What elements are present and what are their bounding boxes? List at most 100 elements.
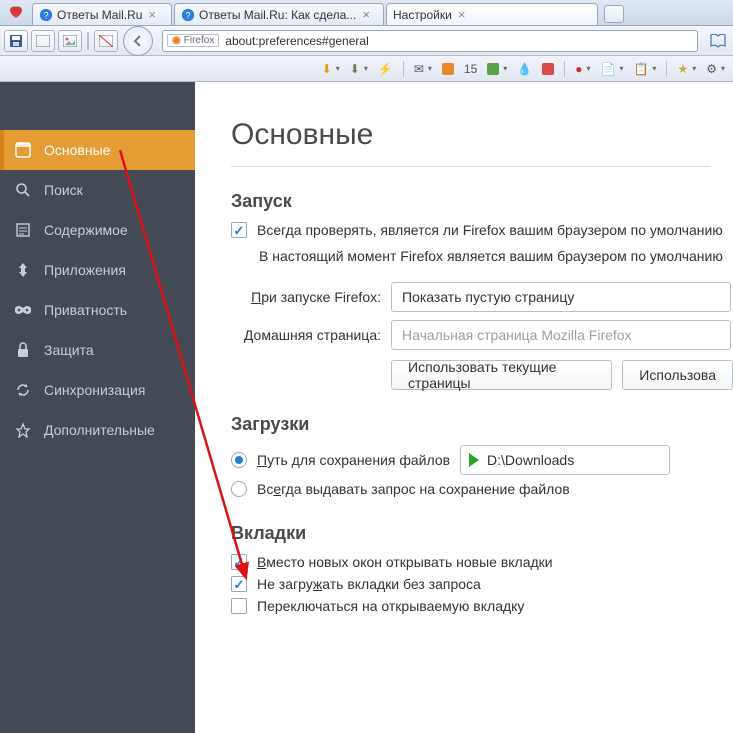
sidebar-label: Синхронизация: [44, 382, 145, 398]
advanced-icon: [14, 421, 32, 439]
sidebar-item-general[interactable]: Основные: [0, 130, 195, 170]
sidebar-item-apps[interactable]: Приложения: [0, 250, 195, 290]
sidebar-item-sync[interactable]: Синхронизация: [0, 370, 195, 410]
radio-off[interactable]: [231, 481, 247, 497]
play-icon: [469, 453, 479, 467]
general-icon: [14, 141, 32, 159]
always-ask-label: Всегда выдавать запрос на сохранение фай…: [257, 481, 570, 497]
url-text: about:preferences#general: [225, 34, 368, 48]
close-icon[interactable]: ×: [148, 8, 156, 21]
lightning-icon[interactable]: ⚡: [376, 62, 395, 76]
divider: [231, 166, 711, 167]
search-icon: [14, 181, 32, 199]
green-block-icon[interactable]: [485, 63, 509, 75]
star-icon[interactable]: ★: [675, 62, 698, 76]
content-icon: [14, 221, 32, 239]
separator: [87, 32, 89, 50]
save-icon[interactable]: [4, 30, 28, 52]
download-path-value: D:\Downloads: [487, 452, 574, 468]
sidebar-item-search[interactable]: Поиск: [0, 170, 195, 210]
always-check-row[interactable]: Всегда проверять, является ли Firefox ва…: [231, 222, 733, 238]
url-bar[interactable]: ◉ Firefox about:preferences#general: [162, 30, 698, 52]
homepage-placeholder: Начальная страница Mozilla Firefox: [402, 327, 632, 343]
svg-text:?: ?: [186, 10, 191, 20]
download-arrow2-icon[interactable]: ⬇: [348, 62, 370, 76]
on-start-select[interactable]: Показать пустую страницу: [391, 282, 731, 312]
folder-icon[interactable]: [31, 30, 55, 52]
page-title: Основные: [231, 118, 733, 152]
sidebar-label: Основные: [44, 142, 110, 158]
image-icon[interactable]: [58, 30, 82, 52]
tabs-opt2-row[interactable]: Не загружать вкладки без запроса: [231, 576, 733, 592]
sync-icon: [14, 381, 32, 399]
drop-icon[interactable]: 💧: [515, 62, 534, 76]
preferences-content: Основные Запуск Всегда проверять, являет…: [195, 82, 733, 733]
gear-icon[interactable]: ⚙: [704, 62, 727, 76]
checkbox-checked[interactable]: [231, 554, 247, 570]
note-icon[interactable]: 📄: [599, 62, 626, 76]
record-icon[interactable]: ●: [573, 62, 592, 76]
checkbox-unchecked[interactable]: [231, 598, 247, 614]
save-to-label: Путь для сохранения файлов: [257, 452, 450, 468]
orange-block-icon[interactable]: [440, 63, 456, 75]
sidebar-item-security[interactable]: Защита: [0, 330, 195, 370]
use-current-button[interactable]: Использовать текущие страницы: [391, 360, 612, 390]
new-tab-button[interactable]: [604, 5, 624, 23]
tabs-opt3-row[interactable]: Переключаться на открываемую вкладку: [231, 598, 733, 614]
clipboard-icon[interactable]: 📋: [631, 62, 658, 76]
privacy-icon: [14, 301, 32, 319]
section-startup: Запуск: [231, 191, 733, 212]
on-start-row: При запуске Firefox: Показать пустую стр…: [231, 282, 733, 312]
calendar-icon[interactable]: [540, 63, 556, 75]
identity-badge[interactable]: ◉ Firefox: [167, 34, 219, 47]
homepage-label: Домашняя страница:: [231, 327, 381, 343]
tabs-opt3-label: Переключаться на открываемую вкладку: [257, 598, 524, 614]
separator: [403, 61, 404, 77]
separator: [564, 61, 565, 77]
homepage-row: Домашняя страница: Начальная страница Mo…: [231, 320, 733, 350]
section-tabs: Вкладки: [231, 523, 733, 544]
lock-icon: [14, 341, 32, 359]
no-image-icon[interactable]: [94, 30, 118, 52]
download-arrow-icon[interactable]: ⬇: [320, 62, 342, 76]
tabs-opt1-row[interactable]: Вместо новых окон открывать новые вкладк…: [231, 554, 733, 570]
on-start-value: Показать пустую страницу: [402, 289, 574, 305]
use-bookmark-button[interactable]: Использова: [622, 360, 733, 390]
tab-1[interactable]: ? Ответы Mail.Ru ×: [32, 3, 172, 25]
addon-toolbar: ⬇ ⬇ ⚡ ✉ 15 💧 ● 📄 📋 ★ ⚙: [0, 56, 733, 82]
browser-tab-strip: ? Ответы Mail.Ru × ? Ответы Mail.Ru: Как…: [0, 0, 733, 26]
mailru-icon: ?: [181, 8, 195, 22]
reader-icon[interactable]: [707, 30, 729, 52]
tab-3[interactable]: Настройки ×: [386, 3, 598, 25]
app-favicon: [6, 2, 26, 22]
download-path[interactable]: D:\Downloads: [460, 445, 670, 475]
sidebar-label: Приватность: [44, 302, 127, 318]
sidebar-item-advanced[interactable]: Дополнительные: [0, 410, 195, 450]
sidebar-label: Дополнительные: [44, 422, 155, 438]
sidebar-item-privacy[interactable]: Приватность: [0, 290, 195, 330]
tab-3-label: Настройки: [393, 8, 452, 22]
badge-count[interactable]: 15: [462, 62, 479, 76]
sidebar-label: Приложения: [44, 262, 126, 278]
default-browser-note: В настоящий момент Firefox является ваши…: [259, 248, 733, 264]
sidebar-item-content[interactable]: Содержимое: [0, 210, 195, 250]
radio-on[interactable]: [231, 452, 247, 468]
tab-2[interactable]: ? Ответы Mail.Ru: Как сдела... ×: [174, 3, 384, 25]
sidebar-label: Защита: [44, 342, 94, 358]
save-to-row[interactable]: Путь для сохранения файлов D:\Downloads: [231, 445, 733, 475]
identity-label: Firefox: [184, 35, 215, 46]
close-icon[interactable]: ×: [362, 8, 370, 21]
close-icon[interactable]: ×: [458, 8, 466, 21]
back-button[interactable]: [123, 26, 153, 56]
mailru-icon: ?: [39, 8, 53, 22]
checkbox-checked[interactable]: [231, 576, 247, 592]
homepage-input[interactable]: Начальная страница Mozilla Firefox: [391, 320, 731, 350]
firefox-icon: ◉: [172, 35, 181, 46]
preferences-main: Основные Поиск Содержимое Приложения При…: [0, 82, 733, 733]
preferences-sidebar: Основные Поиск Содержимое Приложения При…: [0, 82, 195, 733]
mail-icon[interactable]: ✉: [412, 62, 434, 76]
checkbox-checked[interactable]: [231, 222, 247, 238]
section-downloads: Загрузки: [231, 414, 733, 435]
apps-icon: [14, 261, 32, 279]
always-ask-row[interactable]: Всегда выдавать запрос на сохранение фай…: [231, 481, 733, 497]
